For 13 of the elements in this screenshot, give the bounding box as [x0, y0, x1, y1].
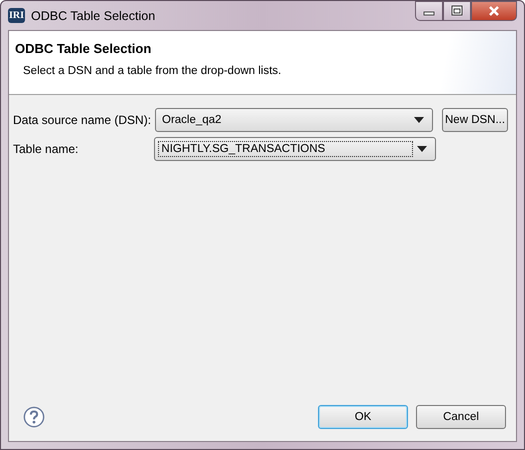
dialog-description: Select a DSN and a table from the drop-down lists.: [23, 65, 282, 77]
field-label: Data source name (DSN):: [13, 113, 149, 127]
dropdown-value: Oracle_qa2: [161, 113, 222, 128]
new-dsn-button[interactable]: New DSN...: [442, 108, 508, 132]
ok-button[interactable]: OK: [318, 405, 408, 429]
app-logo: IRI: [8, 8, 26, 23]
dropdown-value: NIGHTLY.SG_TRANSACTIONS: [158, 141, 414, 157]
cancel-button[interactable]: Cancel: [416, 405, 506, 429]
field-label: Table name:: [13, 142, 80, 156]
window-title: ODBC Table Selection: [31, 8, 156, 22]
dropdown-field[interactable]: Oracle_qa2: [155, 108, 433, 132]
dropdown-field[interactable]: NIGHTLY.SG_TRANSACTIONS: [154, 137, 436, 161]
dialog-heading: ODBC Table Selection: [15, 41, 152, 56]
